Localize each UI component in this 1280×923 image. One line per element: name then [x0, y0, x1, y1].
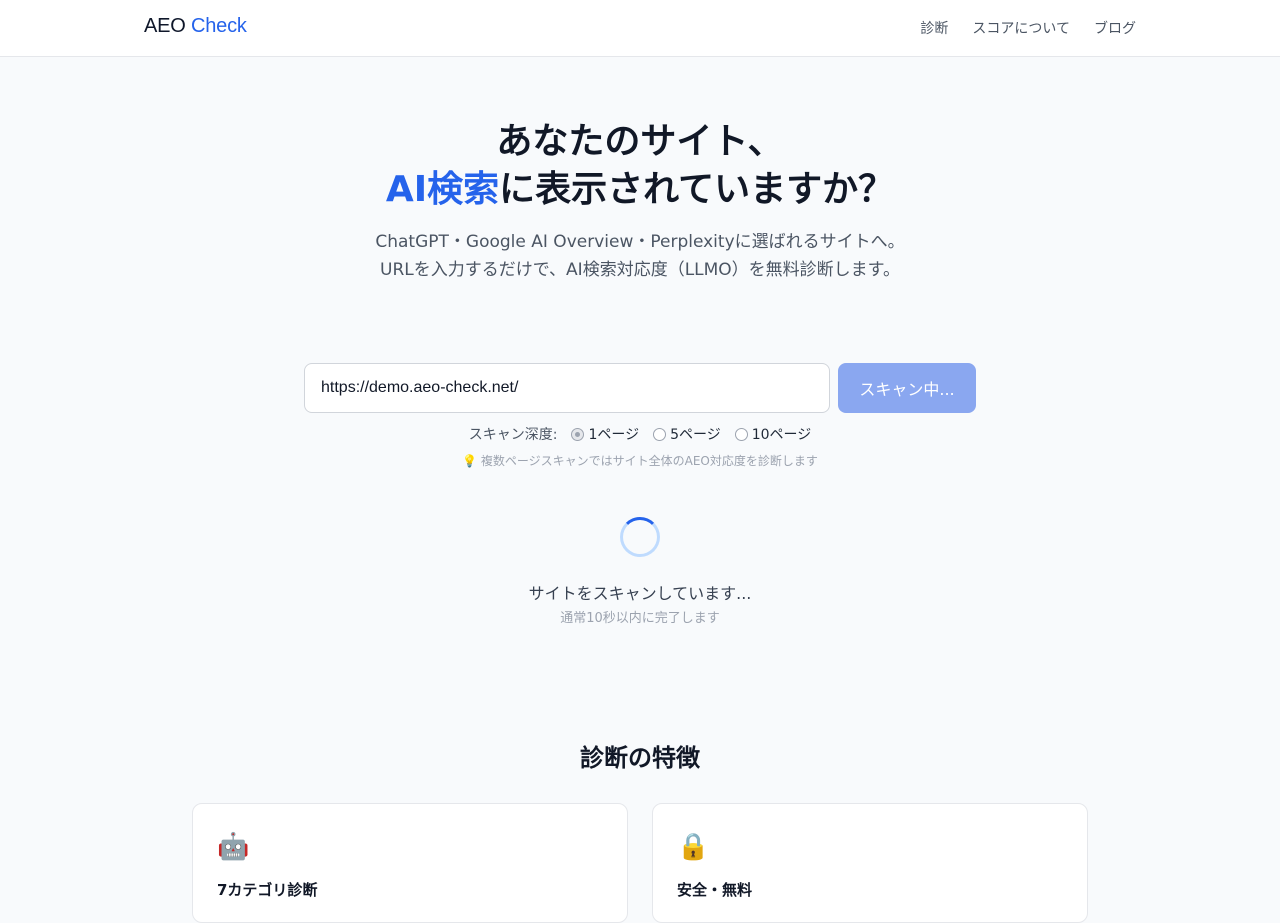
hero-title: あなたのサイト、 AI検索に表示されていますか？: [0, 118, 1280, 214]
nav-link-diagnose[interactable]: 診断: [920, 18, 948, 38]
loading-subtext: 通常10秒以内に完了します: [560, 611, 720, 626]
hero-subtitle-line2: URLを入力するだけで、AI検索対応度（LLMO）を無料診断します。: [380, 260, 900, 280]
loading-spinner-icon: [620, 517, 660, 557]
scan-depth-label: スキャン深度:: [468, 427, 558, 443]
depth-option-10-label: 10ページ: [751, 427, 812, 443]
nav-link-about-score[interactable]: スコアについて: [972, 18, 1070, 38]
main-nav: 診断 スコアについて ブログ: [920, 18, 1136, 38]
radio-icon[interactable]: [734, 427, 748, 441]
lock-icon: 🔒: [677, 832, 710, 862]
depth-option-1-label: 1ページ: [588, 427, 640, 443]
logo-text-aeo: AEO: [144, 15, 186, 37]
feature-card-categories: 🤖 7カテゴリ診断: [192, 803, 628, 923]
hero-subtitle: ChatGPT・Google AI Overview・Perplexityに選ば…: [0, 228, 1280, 284]
depth-option-10[interactable]: 10ページ: [734, 424, 812, 444]
logo-text-check: Check: [191, 15, 247, 37]
scan-depth-selector: スキャン深度: 1ページ 5ページ 10ページ: [0, 424, 1280, 444]
depth-option-5[interactable]: 5ページ: [653, 424, 721, 444]
hero-title-line1: あなたのサイト、: [496, 121, 784, 162]
feature-card-title: 安全・無料: [677, 881, 753, 899]
nav-link-blog[interactable]: ブログ: [1094, 18, 1136, 38]
depth-option-5-label: 5ページ: [670, 427, 721, 443]
scan-hint: 💡 複数ページスキャンではサイト全体のAEO対応度を診断します: [462, 454, 818, 468]
feature-card-safe-free: 🔒 安全・無料: [652, 803, 1088, 923]
hero-subtitle-line1: ChatGPT・Google AI Overview・Perplexityに選ば…: [375, 232, 905, 252]
hero-title-accent: AI検索: [385, 169, 500, 210]
scan-button[interactable]: スキャン中...: [838, 363, 976, 413]
logo[interactable]: AEO Check: [144, 15, 247, 38]
loading-text: サイトをスキャンしています...: [528, 584, 752, 603]
site-header: AEO Check 診断 スコアについて ブログ: [0, 0, 1280, 57]
url-input[interactable]: [304, 363, 830, 413]
depth-option-1[interactable]: 1ページ: [571, 424, 639, 444]
feature-card-title: 7カテゴリ診断: [217, 881, 318, 899]
robot-icon: 🤖: [217, 832, 250, 862]
features-title: 診断の特徴: [580, 744, 700, 772]
radio-icon-checked[interactable]: [571, 427, 585, 441]
radio-icon[interactable]: [653, 427, 667, 441]
hero-title-line2: に表示されていますか？: [499, 169, 895, 210]
